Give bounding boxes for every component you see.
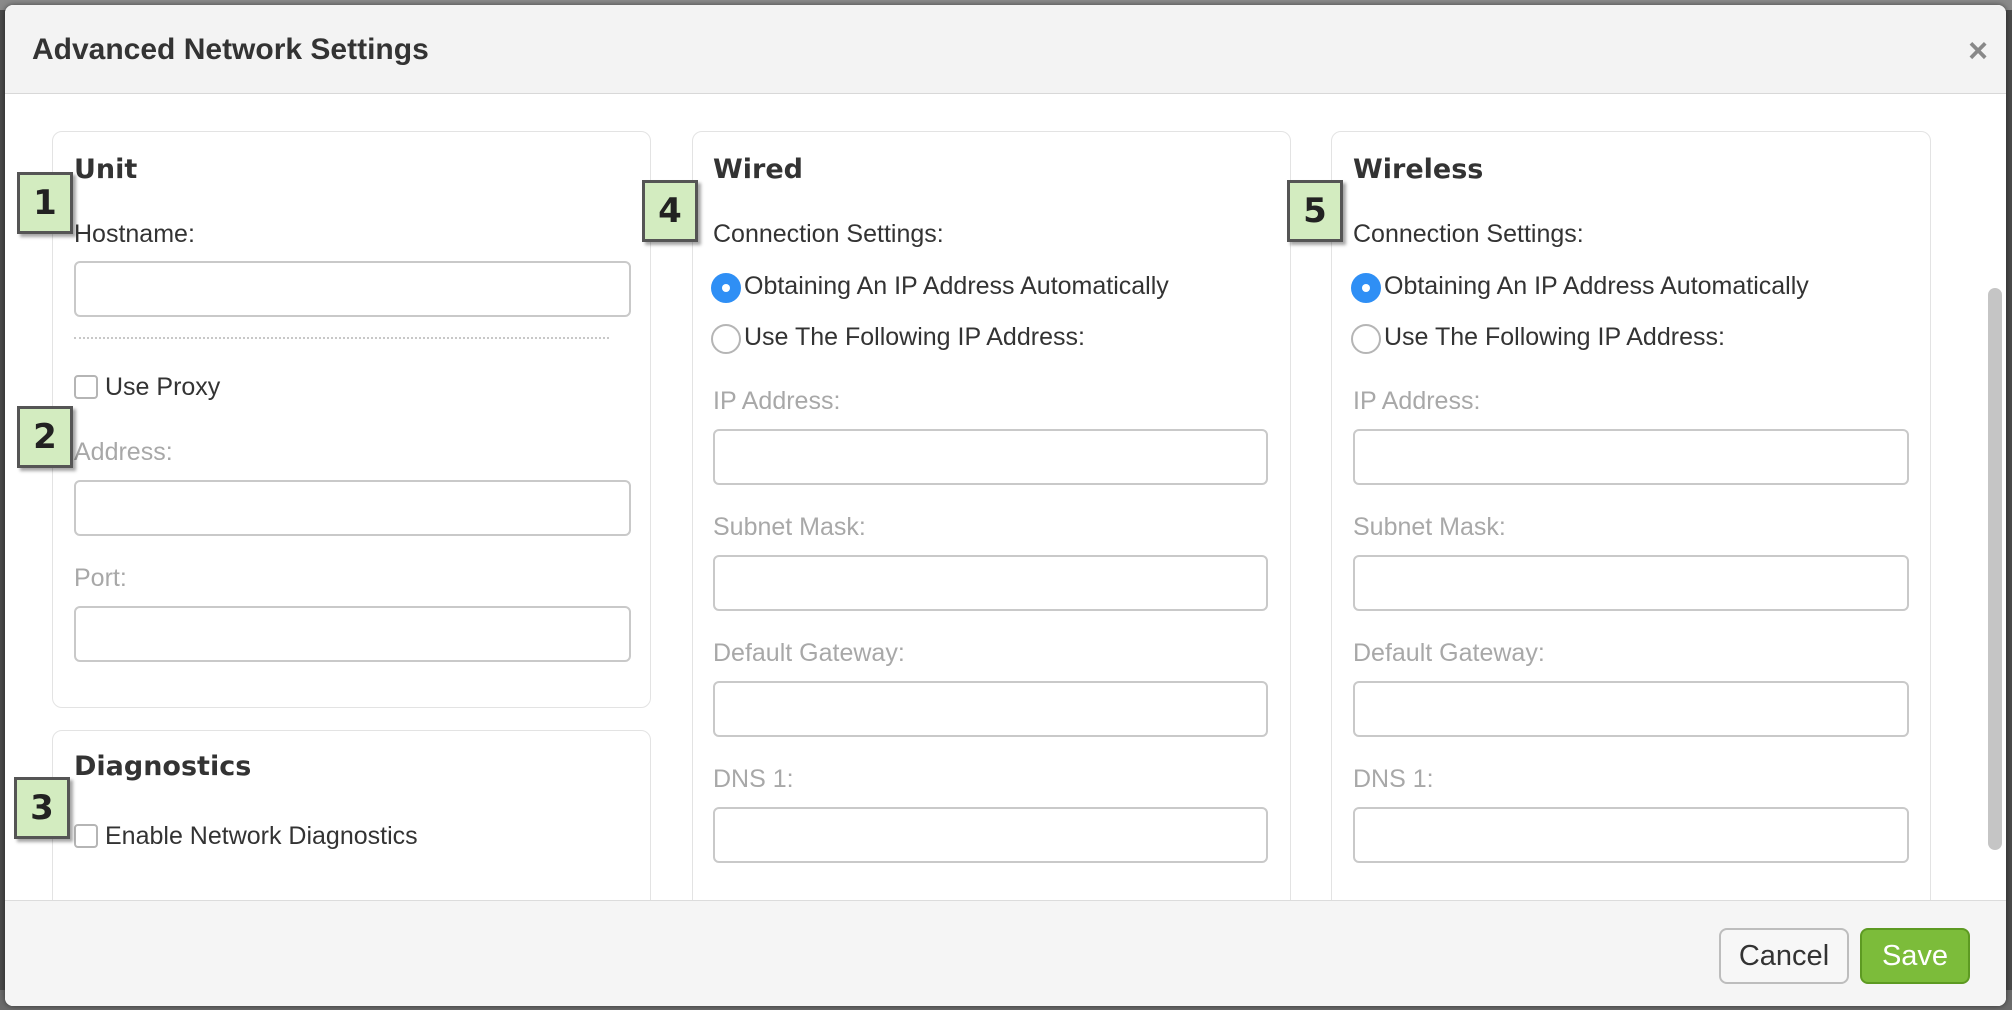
enable-network-diagnostics-checkbox[interactable] — [74, 824, 98, 848]
close-icon[interactable]: × — [1962, 34, 1994, 68]
scrollbar-thumb[interactable] — [1988, 288, 2002, 850]
wireless-panel-title: Wireless — [1353, 154, 1484, 185]
unit-panel-title: Unit — [74, 154, 138, 185]
wireless-default-gateway-input[interactable] — [1353, 681, 1909, 737]
cancel-button[interactable]: Cancel — [1719, 928, 1849, 984]
wired-subnet-mask-input[interactable] — [713, 555, 1268, 611]
wireless-auto-ip-label: Obtaining An IP Address Automatically — [1384, 272, 1809, 300]
wireless-auto-ip-radio[interactable] — [1351, 273, 1381, 303]
wired-panel: Wired Connection Settings: Obtaining An … — [692, 131, 1291, 900]
step-badge-2: 2 — [17, 406, 73, 468]
wireless-subnet-mask-input[interactable] — [1353, 555, 1909, 611]
hostname-label: Hostname: — [74, 220, 195, 248]
wired-ip-address-label: IP Address: — [713, 387, 841, 415]
wireless-ip-address-label: IP Address: — [1353, 387, 1481, 415]
dialog-header: Advanced Network Settings × — [5, 5, 2006, 94]
wired-subnet-mask-label: Subnet Mask: — [713, 513, 866, 541]
wired-manual-ip-radio[interactable] — [711, 324, 741, 354]
dialog-title: Advanced Network Settings — [32, 33, 429, 66]
step-badge-5: 5 — [1287, 180, 1343, 242]
wireless-ip-address-input[interactable] — [1353, 429, 1909, 485]
wireless-default-gateway-label: Default Gateway: — [1353, 639, 1545, 667]
wired-dns1-input[interactable] — [713, 807, 1268, 863]
step-badge-4: 4 — [642, 180, 698, 242]
proxy-port-label: Port: — [74, 564, 127, 592]
use-proxy-label: Use Proxy — [105, 373, 221, 401]
unit-panel: Unit Hostname: Use Proxy Address: Port: — [52, 131, 651, 708]
wired-auto-ip-label: Obtaining An IP Address Automatically — [744, 272, 1169, 300]
dialog-scrollbar[interactable] — [1982, 188, 2006, 900]
wireless-dns1-label: DNS 1: — [1353, 765, 1434, 793]
hostname-input[interactable] — [74, 261, 631, 317]
wired-connection-settings-label: Connection Settings: — [713, 220, 944, 248]
wired-default-gateway-label: Default Gateway: — [713, 639, 905, 667]
proxy-address-input[interactable] — [74, 480, 631, 536]
step-badge-1: 1 — [17, 172, 73, 234]
wireless-panel: Wireless Connection Settings: Obtaining … — [1331, 131, 1931, 900]
wired-manual-ip-label: Use The Following IP Address: — [744, 323, 1085, 351]
proxy-port-input[interactable] — [74, 606, 631, 662]
dialog-footer: Cancel Save — [5, 900, 2006, 1006]
dialog-body: Unit Hostname: Use Proxy Address: Port: … — [5, 94, 2006, 900]
wireless-subnet-mask-label: Subnet Mask: — [1353, 513, 1506, 541]
wireless-connection-settings-label: Connection Settings: — [1353, 220, 1584, 248]
wired-panel-title: Wired — [713, 154, 803, 185]
proxy-address-label: Address: — [74, 438, 173, 466]
wired-ip-address-input[interactable] — [713, 429, 1268, 485]
unit-divider — [74, 337, 609, 339]
diagnostics-panel: Diagnostics Enable Network Diagnostics — [52, 730, 651, 900]
wired-dns1-label: DNS 1: — [713, 765, 794, 793]
wireless-manual-ip-label: Use The Following IP Address: — [1384, 323, 1725, 351]
advanced-network-settings-dialog: Advanced Network Settings × Unit Hostnam… — [5, 5, 2006, 1006]
wireless-manual-ip-radio[interactable] — [1351, 324, 1381, 354]
wireless-dns1-input[interactable] — [1353, 807, 1909, 863]
diagnostics-panel-title: Diagnostics — [74, 751, 252, 782]
enable-network-diagnostics-label: Enable Network Diagnostics — [105, 822, 418, 850]
wired-default-gateway-input[interactable] — [713, 681, 1268, 737]
wired-auto-ip-radio[interactable] — [711, 273, 741, 303]
step-badge-3: 3 — [14, 777, 70, 839]
use-proxy-checkbox[interactable] — [74, 375, 98, 399]
save-button[interactable]: Save — [1860, 928, 1970, 984]
